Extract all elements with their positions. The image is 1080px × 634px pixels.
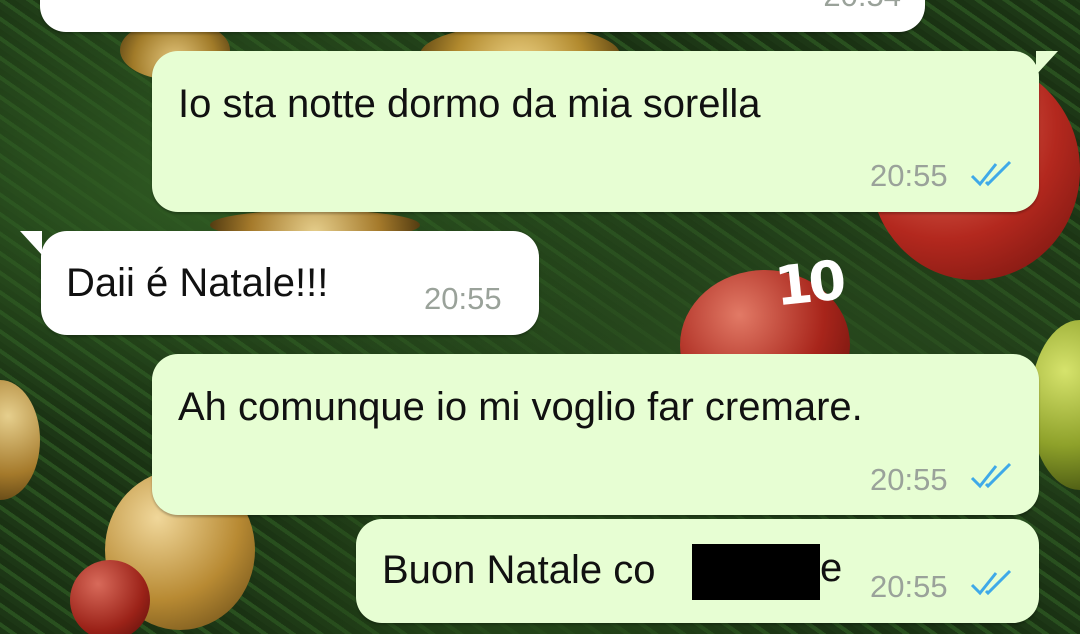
double-check-icon <box>970 160 1012 187</box>
message-text: Daii é Natale!!! <box>66 261 329 305</box>
ornament-gold <box>0 380 40 500</box>
message-bubble-incoming-partial[interactable]: 20:54 <box>40 0 925 32</box>
message-text-end: e <box>820 546 843 590</box>
message-time: 20:55 <box>424 281 502 316</box>
bubble-tail <box>1036 51 1058 75</box>
message-time: 20:55 <box>870 569 948 604</box>
message-text: Io sta notte dormo da mia sorella <box>178 82 761 126</box>
message-text: Ah comunque io mi voglio far cremare. <box>178 385 863 429</box>
handwritten-annotation: 10 <box>771 248 846 319</box>
redaction-box <box>692 544 820 600</box>
message-text-start: Buon Natale co <box>382 548 656 592</box>
message-time: 20:55 <box>870 158 948 193</box>
message-time: 20:54 <box>823 0 901 14</box>
bubble-tail <box>20 231 42 255</box>
double-check-icon <box>970 462 1012 489</box>
message-bubble-incoming[interactable]: Daii é Natale!!! 20:55 <box>41 231 539 335</box>
message-bubble-outgoing[interactable]: Io sta notte dormo da mia sorella 20:55 <box>152 51 1039 212</box>
double-check-icon <box>970 569 1012 596</box>
message-bubble-outgoing[interactable]: Ah comunque io mi voglio far cremare. 20… <box>152 354 1039 515</box>
message-time: 20:55 <box>870 462 948 497</box>
ornament-red <box>70 560 150 634</box>
message-bubble-outgoing[interactable]: Buon Natale co e 20:55 <box>356 519 1039 623</box>
